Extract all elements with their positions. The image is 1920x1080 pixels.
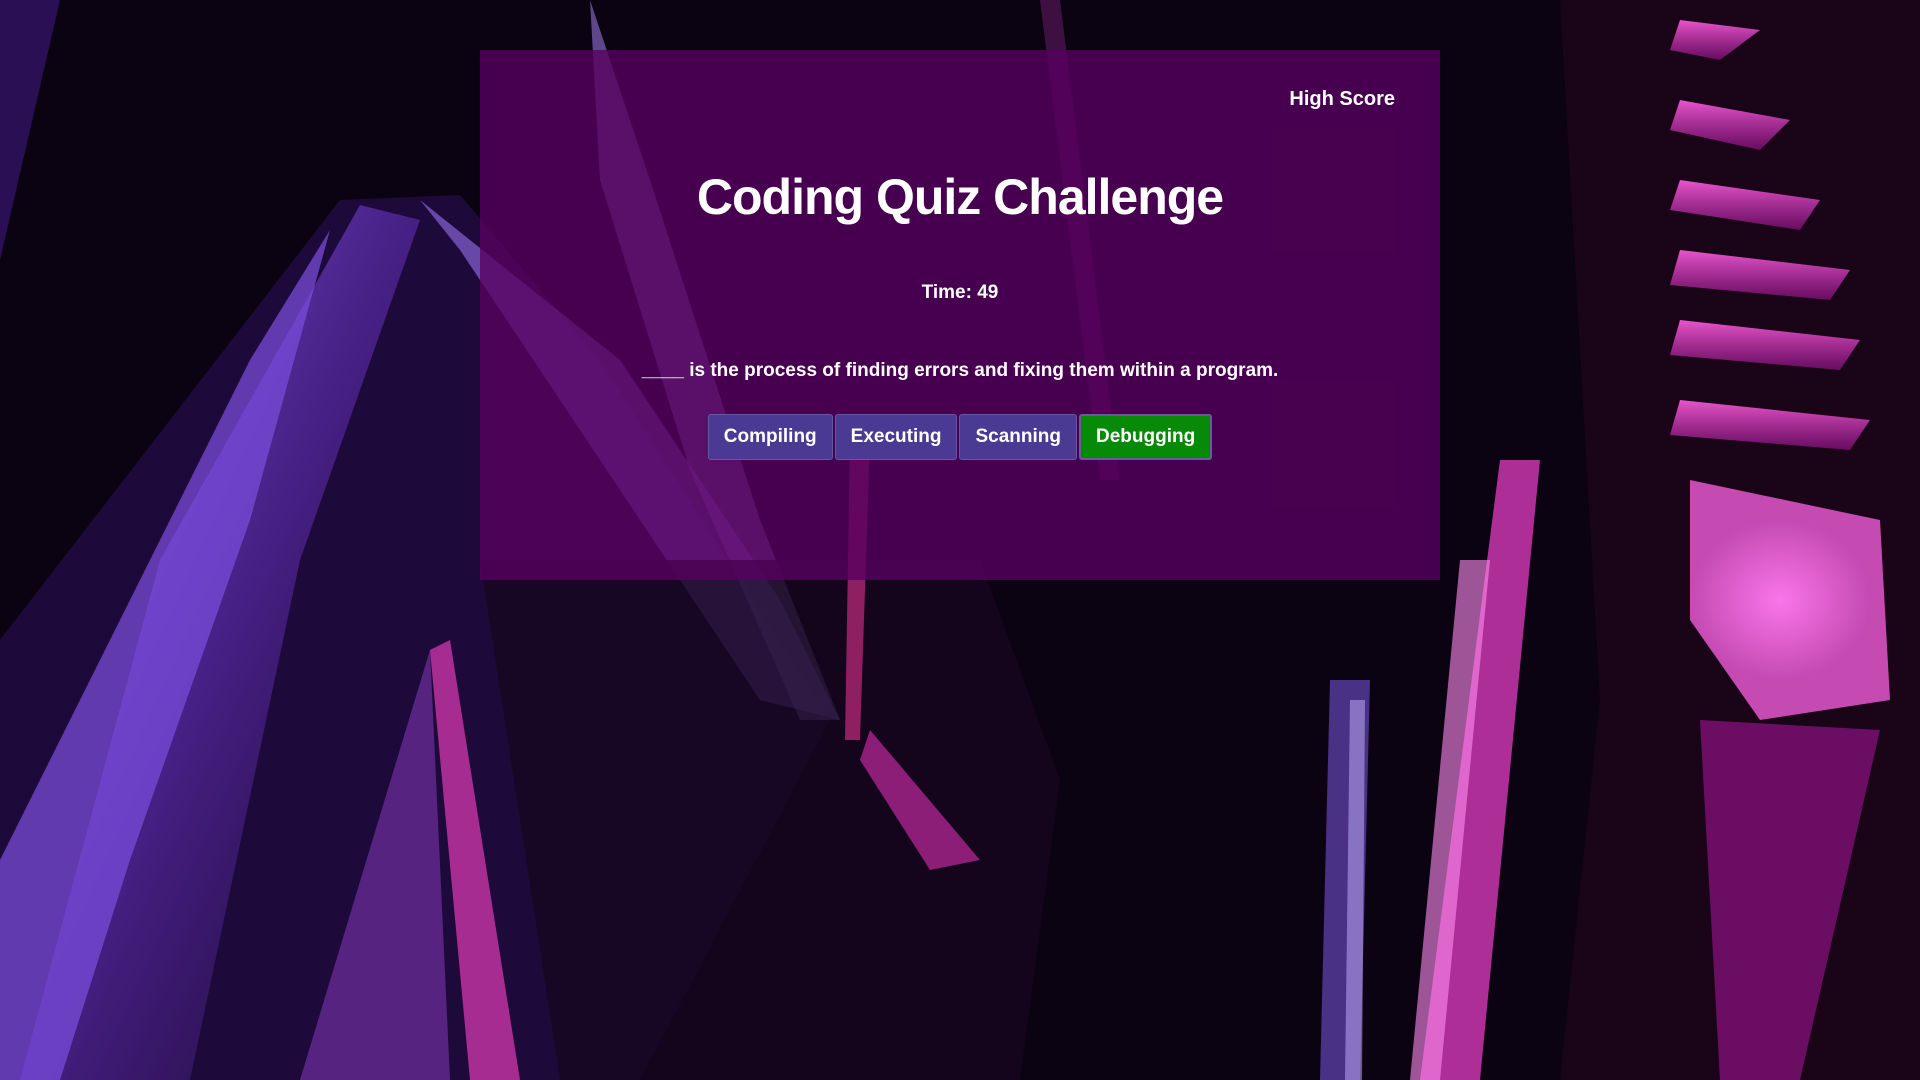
high-score-link[interactable]: High Score <box>1289 88 1395 111</box>
question-text: ____ is the process of finding errors an… <box>641 360 1279 381</box>
answer-button-compiling[interactable]: Compiling <box>707 414 833 460</box>
answer-button-scanning[interactable]: Scanning <box>959 414 1077 460</box>
quiz-card: High Score Coding Quiz Challenge Time: 4… <box>480 50 1440 580</box>
timer-display: Time: 49 <box>921 282 999 303</box>
answer-button-executing[interactable]: Executing <box>834 414 958 460</box>
answer-button-debugging[interactable]: Debugging <box>1079 414 1213 460</box>
quiz-title: Coding Quiz Challenge <box>696 169 1224 225</box>
answer-options: Compiling Executing Scanning Debugging <box>480 414 1440 460</box>
